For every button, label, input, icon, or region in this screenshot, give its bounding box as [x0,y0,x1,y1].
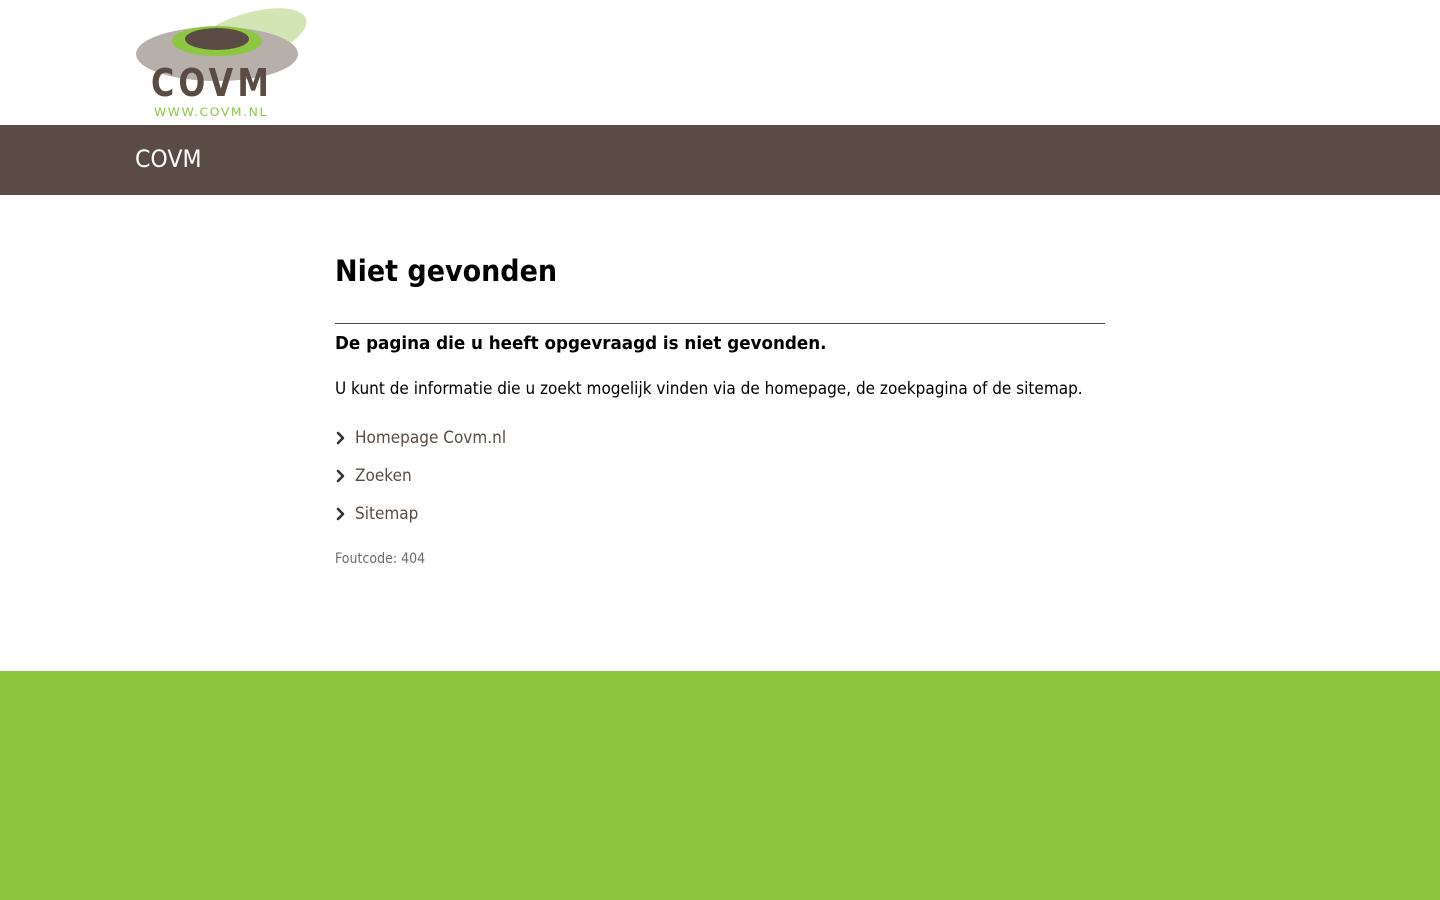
covm-logo[interactable]: COVM WWW.COVM.NL [135,6,310,122]
sitemap-link[interactable]: Sitemap [355,502,418,526]
logo-wordmark: COVM [151,61,273,105]
search-link[interactable]: Zoeken [355,464,412,488]
chevron-right-icon [336,507,345,521]
info-text: U kunt de informatie die u zoekt mogelij… [335,379,1083,399]
title-banner: COVM [0,125,1440,195]
page-title: Niet gevonden [335,254,558,288]
chevron-right-icon [336,431,345,445]
chevron-right-icon [336,469,345,483]
site-title: COVM [135,145,202,173]
lead-text: De pagina die u heeft opgevraagd is niet… [335,333,827,354]
divider [335,323,1105,324]
logo-url: WWW.COVM.NL [154,105,268,119]
list-item: Zoeken [335,464,523,502]
site-footer [0,671,1440,900]
error-code: Foutcode: 404 [335,551,426,567]
suggestion-links: Homepage Covm.nl Zoeken Sitemap [335,426,523,540]
list-item: Homepage Covm.nl [335,426,523,464]
homepage-link[interactable]: Homepage Covm.nl [355,426,506,450]
site-header: COVM WWW.COVM.NL [0,0,1440,125]
list-item: Sitemap [335,502,523,540]
